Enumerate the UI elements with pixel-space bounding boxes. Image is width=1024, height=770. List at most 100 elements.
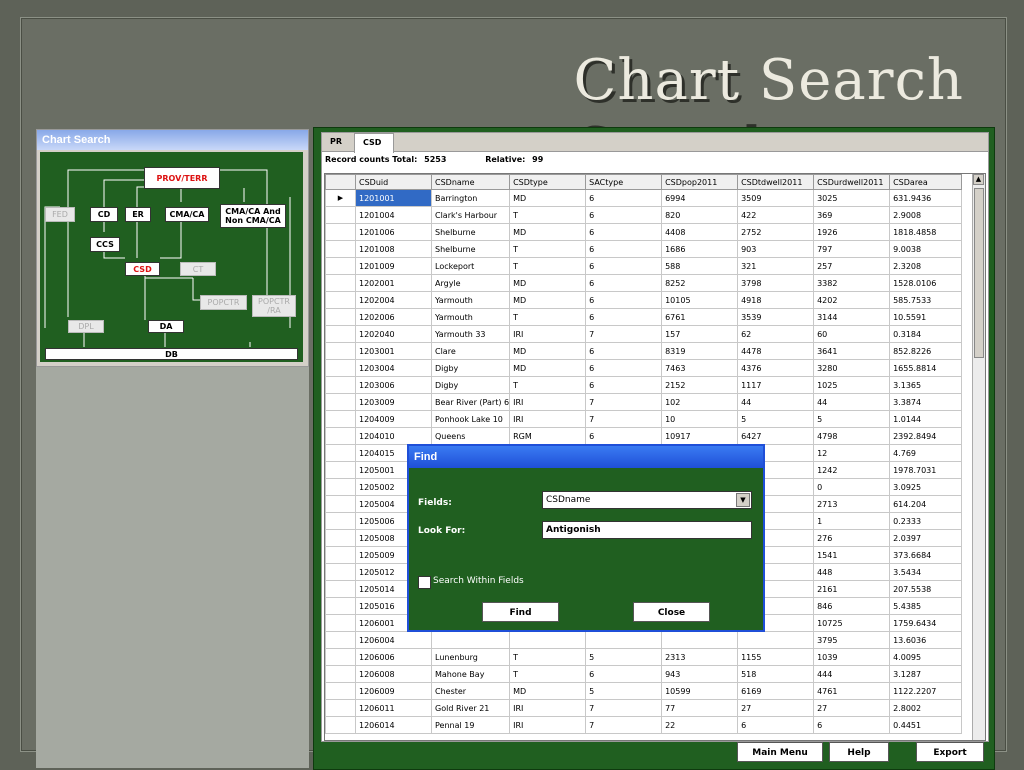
row-selector[interactable] bbox=[325, 393, 356, 411]
table-cell[interactable]: 588 bbox=[661, 257, 739, 275]
row-selector[interactable] bbox=[325, 716, 356, 734]
table-cell[interactable]: 6 bbox=[585, 223, 663, 241]
table-row[interactable]: 1204010 Queens RGM 6 10917 6427 4798 2392.8494 bbox=[325, 427, 963, 445]
table-cell[interactable]: T bbox=[509, 308, 587, 326]
table-cell[interactable]: 2.3208 bbox=[889, 257, 963, 275]
search-within-checkbox[interactable] bbox=[418, 576, 431, 589]
table-cell[interactable]: IRI bbox=[509, 325, 587, 343]
table-cell[interactable]: 7 bbox=[585, 716, 663, 734]
table-cell[interactable]: 6 bbox=[585, 427, 663, 445]
table-cell[interactable]: IRI bbox=[509, 410, 587, 428]
table-cell[interactable]: 1204009 bbox=[355, 410, 432, 428]
table-cell[interactable]: Gold River 21 bbox=[430, 699, 511, 717]
table-cell[interactable]: 1686 bbox=[661, 240, 739, 258]
table-row[interactable]: 1201008 Shelburne T 6 1686 903 797 9.0038 bbox=[325, 240, 963, 258]
row-selector[interactable] bbox=[325, 563, 356, 581]
table-cell[interactable]: 1206008 bbox=[355, 665, 432, 683]
table-row[interactable]: 1206006 Lunenburg T 5 2313 1155 1039 4.0095 bbox=[325, 648, 963, 666]
table-cell[interactable]: 369 bbox=[813, 206, 891, 224]
table-cell[interactable]: 943 bbox=[661, 665, 739, 683]
row-selector[interactable] bbox=[325, 240, 356, 258]
table-cell[interactable]: 6 bbox=[585, 257, 663, 275]
vertical-scroll-thumb[interactable] bbox=[974, 188, 984, 358]
table-cell[interactable]: MD bbox=[509, 223, 587, 241]
table-cell[interactable]: 3509 bbox=[737, 189, 815, 207]
table-cell[interactable]: 1201001 bbox=[355, 189, 432, 207]
table-cell[interactable]: MD bbox=[509, 291, 587, 309]
row-selector[interactable] bbox=[325, 614, 356, 632]
table-cell[interactable]: 1978.7031 bbox=[889, 461, 963, 479]
table-cell[interactable]: 1155 bbox=[737, 648, 815, 666]
node-prov-terr[interactable]: PROV/TERR bbox=[144, 167, 220, 189]
column-header[interactable]: CSDtype bbox=[509, 174, 587, 190]
row-selector[interactable] bbox=[325, 325, 356, 343]
table-cell[interactable]: 3539 bbox=[737, 308, 815, 326]
table-cell[interactable]: 444 bbox=[813, 665, 891, 683]
row-selector[interactable] bbox=[325, 274, 356, 292]
table-row[interactable]: 1206011 Gold River 21 IRI 7 77 27 27 2.8002 bbox=[325, 699, 963, 717]
table-cell[interactable]: 631.9436 bbox=[889, 189, 963, 207]
node-cma-ca[interactable]: CMA/CA bbox=[165, 207, 209, 222]
table-cell[interactable]: 3641 bbox=[813, 342, 891, 360]
column-header[interactable]: CSDarea bbox=[889, 174, 963, 190]
table-cell[interactable]: 1926 bbox=[813, 223, 891, 241]
table-cell[interactable]: 2.9008 bbox=[889, 206, 963, 224]
table-cell[interactable]: 10.5591 bbox=[889, 308, 963, 326]
row-selector[interactable] bbox=[325, 342, 356, 360]
table-cell[interactable]: 1202004 bbox=[355, 291, 432, 309]
table-cell[interactable]: 1.0144 bbox=[889, 410, 963, 428]
table-cell[interactable]: 1025 bbox=[813, 376, 891, 394]
column-header[interactable]: CSDurdwell2011 bbox=[813, 174, 891, 190]
table-cell[interactable]: 1201008 bbox=[355, 240, 432, 258]
table-cell[interactable]: 6 bbox=[585, 189, 663, 207]
table-cell[interactable]: 4918 bbox=[737, 291, 815, 309]
node-ct[interactable]: CT bbox=[180, 262, 216, 276]
find-button[interactable]: Find bbox=[482, 602, 559, 622]
table-cell[interactable]: 1206014 bbox=[355, 716, 432, 734]
table-row[interactable]: 1202006 Yarmouth T 6 6761 3539 3144 10.5591 bbox=[325, 308, 963, 326]
table-cell[interactable]: 7463 bbox=[661, 359, 739, 377]
table-cell[interactable]: MD bbox=[509, 189, 587, 207]
table-cell[interactable]: 1203006 bbox=[355, 376, 432, 394]
table-cell[interactable]: 1201006 bbox=[355, 223, 432, 241]
column-header[interactable]: CSDuid bbox=[355, 174, 432, 190]
table-cell[interactable]: 22 bbox=[661, 716, 739, 734]
table-cell[interactable]: T bbox=[509, 240, 587, 258]
table-cell[interactable]: 518 bbox=[737, 665, 815, 683]
table-cell[interactable]: 2161 bbox=[813, 580, 891, 598]
row-selector[interactable] bbox=[325, 427, 356, 445]
table-cell[interactable]: 422 bbox=[737, 206, 815, 224]
table-row[interactable]: 1201009 Lockeport T 6 588 321 257 2.3208 bbox=[325, 257, 963, 275]
table-row[interactable]: 1203001 Clare MD 6 8319 4478 3641 852.8226 bbox=[325, 342, 963, 360]
row-selector[interactable] bbox=[325, 291, 356, 309]
row-selector[interactable] bbox=[325, 444, 356, 462]
table-cell[interactable]: 6427 bbox=[737, 427, 815, 445]
table-cell[interactable]: 60 bbox=[813, 325, 891, 343]
table-cell[interactable]: 3.1287 bbox=[889, 665, 963, 683]
table-cell[interactable]: 797 bbox=[813, 240, 891, 258]
table-cell[interactable]: 4.0095 bbox=[889, 648, 963, 666]
table-cell[interactable]: 0 bbox=[813, 478, 891, 496]
table-cell[interactable]: 8319 bbox=[661, 342, 739, 360]
table-cell[interactable]: 1203009 bbox=[355, 393, 432, 411]
table-cell[interactable]: 321 bbox=[737, 257, 815, 275]
node-db[interactable]: DB bbox=[45, 348, 298, 360]
table-cell[interactable]: 3798 bbox=[737, 274, 815, 292]
table-cell[interactable]: 1206004 bbox=[355, 631, 432, 649]
table-cell[interactable]: 852.8226 bbox=[889, 342, 963, 360]
row-selector[interactable] bbox=[325, 631, 356, 649]
table-cell[interactable]: 1122.2207 bbox=[889, 682, 963, 700]
vertical-scrollbar[interactable]: ▲ bbox=[972, 174, 985, 740]
table-cell[interactable]: 846 bbox=[813, 597, 891, 615]
table-cell[interactable]: 5 bbox=[737, 410, 815, 428]
table-cell[interactable]: 1202006 bbox=[355, 308, 432, 326]
table-cell[interactable]: 1201009 bbox=[355, 257, 432, 275]
node-cma-ca-non-cma[interactable]: CMA/CA And Non CMA/CA bbox=[220, 204, 286, 228]
row-selector[interactable] bbox=[325, 478, 356, 496]
table-cell[interactable]: 2.8002 bbox=[889, 699, 963, 717]
table-cell[interactable]: 1528.0106 bbox=[889, 274, 963, 292]
table-cell[interactable]: 157 bbox=[661, 325, 739, 343]
table-cell[interactable]: 3025 bbox=[813, 189, 891, 207]
table-cell[interactable]: 13.6036 bbox=[889, 631, 963, 649]
table-row[interactable]: 1203006 Digby T 6 2152 1117 1025 3.1365 bbox=[325, 376, 963, 394]
